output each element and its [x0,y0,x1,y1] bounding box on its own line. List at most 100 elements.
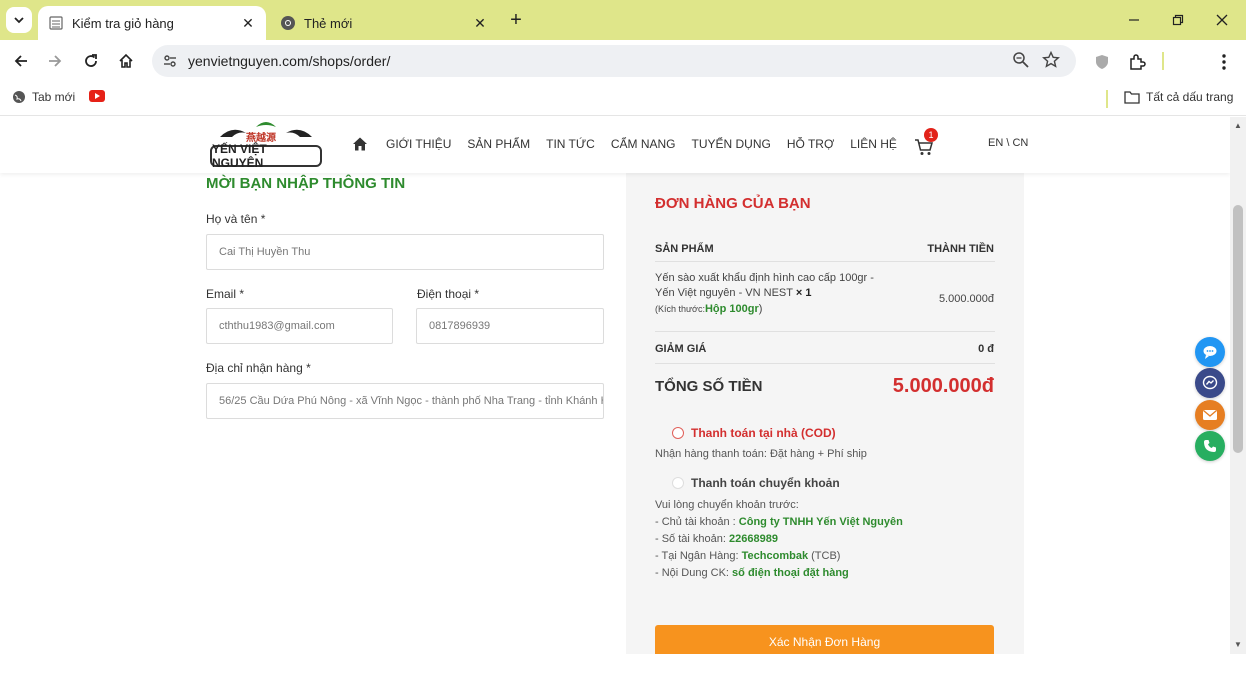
back-button[interactable] [8,48,34,74]
zoom-icon[interactable] [1012,51,1032,71]
new-tab-button[interactable]: + [504,8,528,32]
logo-text: YẾN VIỆT NGUYÊN [210,142,322,170]
page-scrollbar[interactable]: ▲ ▼ [1230,117,1246,654]
menu-item-cam-nang[interactable]: CẨM NANG [611,137,676,151]
bookmark-new-tab[interactable]: Tab mới [12,90,75,104]
menu-item-ho-tro[interactable]: HỖ TRỢ [787,137,834,151]
tab-new-tab[interactable]: Thẻ mới ✕ [270,6,498,40]
page-viewport: 燕越源 YẾN VIỆT NGUYÊN GIỚI THIỆU SẢN PHẨM … [0,117,1230,654]
home-icon[interactable] [352,136,368,152]
divider [655,261,995,262]
toolbar-divider [1162,52,1164,70]
folder-icon [1124,91,1140,104]
transfer-content-line: - Nội Dung CK: số điện thoại đặt hàng [655,567,849,579]
scroll-down-arrow-icon[interactable]: ▼ [1233,640,1243,650]
email-input[interactable]: cththu1983@gmail.com [206,308,393,344]
product-name-text: Yến sào xuất khẩu định hình cao cấp 100g… [655,272,874,299]
column-header-amount: THÀNH TIỀN [927,243,994,255]
account-holder: Công ty TNHH Yến Việt Nguyên [738,516,903,528]
arrow-left-icon [14,55,27,67]
total-label: TỔNG SỐ TIỀN [655,378,763,395]
phone-icon [1204,440,1216,452]
phone-button[interactable] [1195,431,1225,461]
more-menu-icon[interactable] [1212,50,1236,74]
globe-icon [13,91,25,103]
cod-radio[interactable] [672,427,684,439]
close-window-button[interactable] [1200,0,1244,40]
cod-note: Nhận hàng thanh toán: Đặt hàng + Phí shi… [655,448,867,460]
extension-shield-icon[interactable] [1090,50,1114,74]
account-number: 22668989 [729,533,778,545]
bank-label: - Tại Ngân Hàng: [655,550,739,562]
browser-toolbar: yenvietnguyen.com/shops/order/ [0,40,1246,82]
close-icon[interactable]: ✕ [472,15,488,31]
bottom-blank-area [0,654,1246,700]
tab-cart-check[interactable]: Kiểm tra giỏ hàng ✕ [38,6,266,40]
extensions-puzzle-icon[interactable] [1125,50,1149,74]
all-bookmarks-folder[interactable]: Tất cả dấu trang [1124,90,1233,104]
bookmark-youtube[interactable] [89,90,105,102]
restore-button[interactable] [1156,0,1200,40]
address-label: Địa chỉ nhận hàng * [206,361,311,375]
account-holder-line: - Chủ tài khoản : Công ty TNHH Yến Việt … [655,516,903,528]
size-close: ) [758,303,763,315]
page-icon [48,15,64,31]
column-header-product: SẢN PHẨM [655,243,714,255]
bookmark-star-icon[interactable] [1042,50,1062,71]
cod-label[interactable]: Thanh toán tại nhà (COD) [691,426,836,440]
menu-item-lien-he[interactable]: LIÊN HỆ [850,137,897,151]
menu-item-gioi-thieu[interactable]: GIỚI THIỆU [386,137,451,151]
phone-value: 0817896939 [429,320,491,332]
phone-label: Điện thoại * [417,287,480,301]
account-number-line: - Số tài khoản: 22668989 [655,533,778,545]
menu-item-tin-tuc[interactable]: TIN TỨC [546,137,595,151]
name-label: Họ và tên * [206,212,266,226]
forward-button[interactable] [42,48,68,74]
name-value: Cai Thị Huyền Thu [219,246,311,258]
messenger-icon [1202,375,1218,390]
form-title: MỜI BẠN NHẬP THÔNG TIN [206,175,406,192]
size-value: Hộp 100gr [704,303,759,315]
chat-icon [1203,346,1217,359]
messenger-button[interactable] [1195,368,1225,398]
tab-title: Thẻ mới [304,15,353,31]
discount-value: 0 đ [978,343,994,355]
phone-input[interactable]: 0817896939 [416,308,604,344]
site-logo[interactable]: 燕越源 YẾN VIỆT NGUYÊN [208,119,324,170]
restore-icon [1172,14,1184,26]
url-text[interactable]: yenvietnguyen.com/shops/order/ [188,53,390,69]
reload-button[interactable] [78,48,104,74]
tab-search-button[interactable] [6,7,32,33]
name-input[interactable]: Cai Thị Huyền Thu [206,234,604,270]
confirm-order-button[interactable]: Xác Nhận Đơn Hàng [655,625,994,654]
address-input[interactable]: 56/25 Cầu Dứa Phú Nông - xã Vĩnh Ngọc - … [206,383,604,419]
scroll-up-arrow-icon[interactable]: ▲ [1233,121,1243,131]
reload-icon [85,54,97,67]
site-header: 燕越源 YẾN VIỆT NGUYÊN GIỚI THIỆU SẢN PHẨM … [0,117,1230,173]
transfer-label[interactable]: Thanh toán chuyển khoản [691,476,840,490]
home-button[interactable] [113,48,139,74]
bookmark-label: Tất cả dấu trang [1146,90,1234,104]
divider [655,363,995,364]
menu-item-san-pham[interactable]: SẢN PHẨM [467,137,530,151]
transfer-radio[interactable] [672,477,684,489]
address-value: 56/25 Cầu Dứa Phú Nông - xã Vĩnh Ngọc - … [219,395,604,407]
product-size: (Kích thước:Hộp 100gr) [655,303,762,315]
address-bar[interactable]: yenvietnguyen.com/shops/order/ [152,45,1076,77]
chevron-down-icon [14,17,24,24]
menu-item-tuyen-dung[interactable]: TUYỂN DỤNG [691,137,770,151]
minimize-icon [1129,19,1139,21]
product-price: 5.000.000đ [938,293,994,305]
email-label: Email * [206,287,245,301]
home-icon [119,53,133,68]
minimize-button[interactable] [1112,0,1156,40]
email-button[interactable] [1195,400,1225,430]
site-settings-icon[interactable] [160,51,180,71]
bank-name: Techcombak [741,550,809,562]
scrollbar-thumb[interactable] [1233,205,1243,453]
chat-button[interactable] [1195,337,1225,367]
divider [655,331,995,332]
language-switcher[interactable]: EN \ CN [988,137,1028,149]
order-title: ĐƠN HÀNG CỦA BẠN [655,195,811,212]
close-icon[interactable]: ✕ [240,15,256,31]
